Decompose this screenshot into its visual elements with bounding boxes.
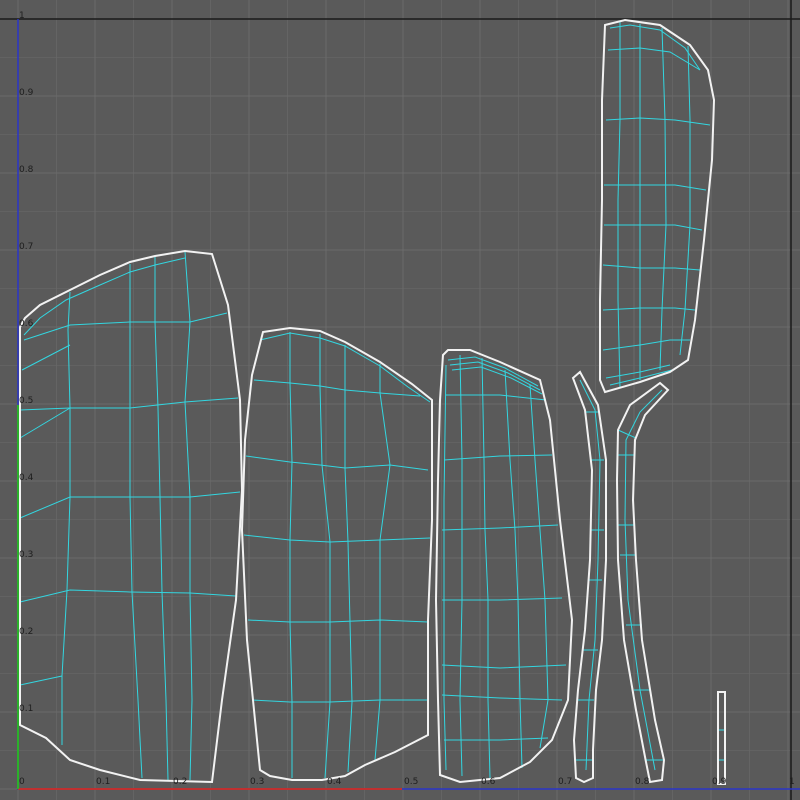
uv-editor-viewport[interactable]: 0 0.1 0.2 0.3 0.4 0.5 0.6 0.7 0.8 0.9 1 0.1 0.2 0.3 0.… <box>0 0 800 800</box>
uv-shell-3[interactable] <box>435 349 573 783</box>
uv-grid <box>0 0 800 800</box>
v-tick-label: 0.2 <box>19 627 33 637</box>
v-tick-label: 0.6 <box>19 319 34 329</box>
u-tick-label: 0.2 <box>173 777 187 787</box>
v-tick-label: 0.8 <box>19 165 34 175</box>
u-tick-label: 0.3 <box>250 777 264 787</box>
v-tick-label: 0.5 <box>19 396 33 406</box>
v-tick-label: 0.9 <box>19 88 34 98</box>
u-tick-label: 0 <box>19 777 25 787</box>
u-tick-label: 0.8 <box>635 777 650 787</box>
axis-ticks: 0 0.1 0.2 0.3 0.4 0.5 0.6 0.7 0.8 0.9 1 0.1 0.2 0.3 0.… <box>19 11 795 787</box>
u-tick-label: 0.9 <box>712 777 727 787</box>
v-tick-label: 0.3 <box>19 550 33 560</box>
u-tick-label: 1 <box>789 777 795 787</box>
v-tick-label: 0.4 <box>19 473 34 483</box>
v-tick-label: 1 <box>19 11 25 21</box>
u-tick-label: 0.5 <box>404 777 418 787</box>
v-tick-label: 0.7 <box>19 242 33 252</box>
u-tick-label: 0.1 <box>96 777 110 787</box>
uv-strap-right[interactable] <box>616 382 669 783</box>
uv-thin-strip[interactable] <box>717 691 726 785</box>
uv-shell-1[interactable] <box>19 250 243 783</box>
u-tick-label: 0.6 <box>481 777 496 787</box>
u-tick-label: 0.7 <box>558 777 572 787</box>
v-tick-label: 0.1 <box>19 704 33 714</box>
uv-shell-4[interactable] <box>599 19 715 393</box>
u-tick-label: 0.4 <box>327 777 342 787</box>
